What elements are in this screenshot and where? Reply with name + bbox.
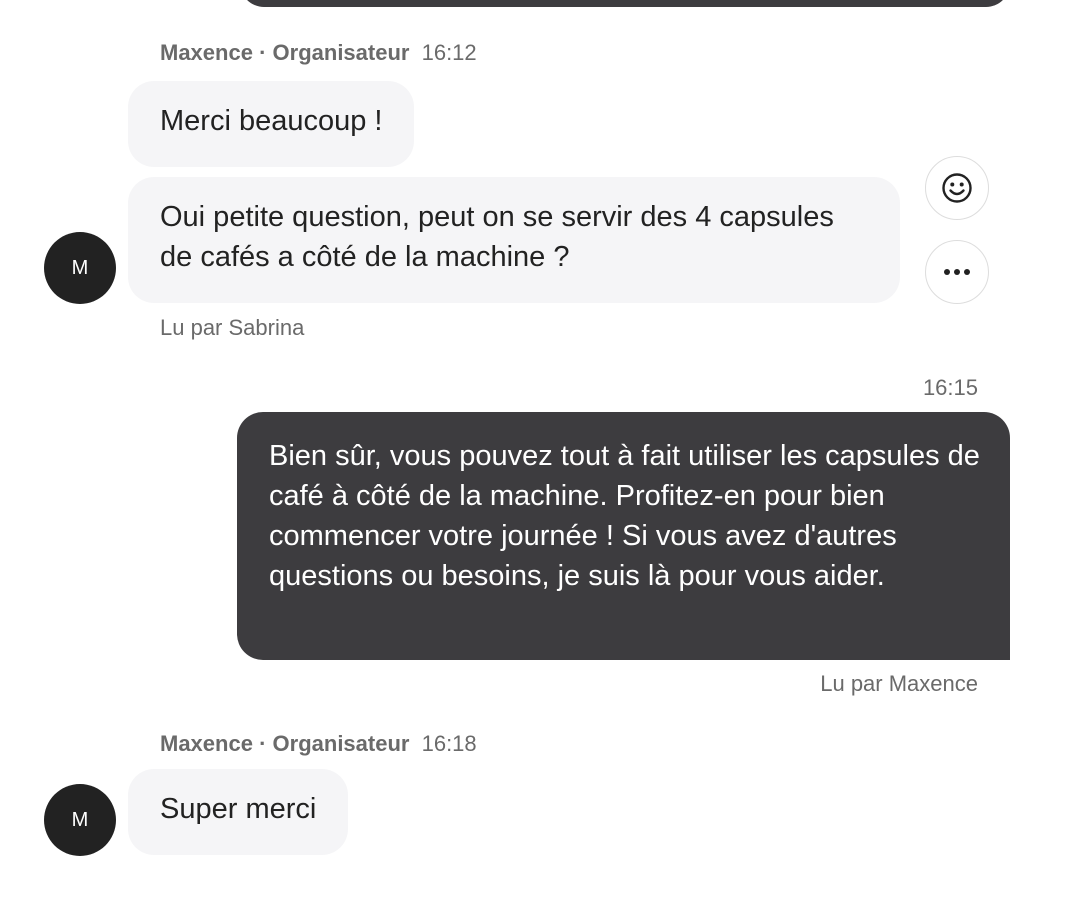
message-time: 16:15 xyxy=(922,375,978,400)
separator: · xyxy=(259,40,267,65)
sender-name: Maxence xyxy=(160,731,253,756)
avatar-initial: M xyxy=(71,808,89,831)
avatar[interactable]: M xyxy=(44,232,116,304)
avatar[interactable]: M xyxy=(44,784,116,856)
sender-header: Maxence · Organisateur 16:12 xyxy=(160,40,477,66)
message-thread: Maxence · Organisateur 16:12 Merci beauc… xyxy=(0,0,1072,908)
sender-role: Organisateur xyxy=(272,731,410,756)
more-options-button[interactable] xyxy=(925,240,989,304)
message-time: 16:12 xyxy=(421,40,477,65)
message-bubble-incoming[interactable]: Super merci xyxy=(128,769,349,855)
add-reaction-button[interactable] xyxy=(925,156,989,220)
sender-role: Organisateur xyxy=(272,40,410,65)
message-bubble-incoming[interactable]: Merci beaucoup ! xyxy=(128,81,415,167)
read-receipt: Lu par Maxence xyxy=(820,671,978,696)
message-bubble-outgoing[interactable]: Bien sûr, vous pouvez tout à fait utilis… xyxy=(237,412,1010,660)
sender-header: Maxence · Organisateur 16:18 xyxy=(160,731,477,757)
message-bubble-incoming[interactable]: Oui petite question, peut on se servir d… xyxy=(128,177,900,303)
previous-outgoing-bubble xyxy=(240,0,1010,7)
read-receipt: Lu par Sabrina xyxy=(160,315,305,340)
more-dots-icon xyxy=(944,269,970,275)
avatar-initial: M xyxy=(71,256,89,279)
smiley-face-icon xyxy=(942,173,972,203)
separator: · xyxy=(259,731,267,756)
message-time: 16:18 xyxy=(421,731,477,756)
sender-name: Maxence xyxy=(160,40,253,65)
